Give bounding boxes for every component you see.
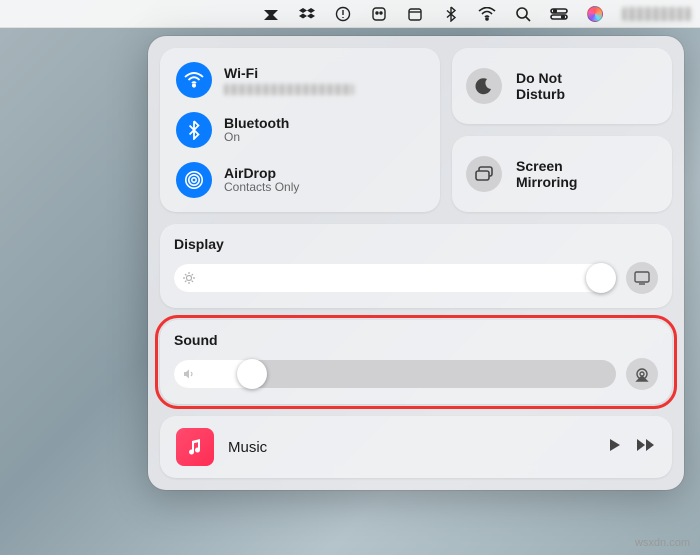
control-center-icon[interactable] — [550, 5, 568, 23]
siri-icon[interactable] — [586, 5, 604, 23]
airdrop-title: AirDrop — [224, 165, 299, 181]
bluetooth-disc-icon — [176, 112, 212, 148]
control-center-panel: Wi-Fi Bluetooth On AirDrop — [148, 36, 684, 490]
wifi-title: Wi-Fi — [224, 65, 354, 81]
menubar — [0, 0, 700, 28]
display-label: Display — [174, 236, 658, 252]
top-row: Wi-Fi Bluetooth On AirDrop — [160, 48, 672, 212]
menubar-status-text — [622, 7, 692, 21]
bluetooth-icon[interactable] — [442, 5, 460, 23]
music-controls — [608, 438, 656, 457]
sound-output-button[interactable] — [626, 358, 658, 390]
wifi-icon[interactable] — [478, 5, 496, 23]
wifi-network-name — [224, 84, 354, 95]
screen-mirroring-icon — [466, 156, 502, 192]
onepassword-icon[interactable] — [334, 5, 352, 23]
airdrop-status: Contacts Only — [224, 181, 299, 195]
bluetooth-title: Bluetooth — [224, 115, 289, 131]
dnd-title: Do Not Disturb — [516, 70, 565, 102]
music-next-button[interactable] — [636, 438, 656, 457]
music-play-button[interactable] — [608, 438, 622, 457]
display-slider-knob[interactable] — [586, 263, 616, 293]
menubar-icon-box[interactable] — [370, 5, 388, 23]
brightness-low-icon — [182, 271, 196, 285]
airdrop-icon — [176, 162, 212, 198]
airdrop-toggle[interactable]: AirDrop Contacts Only — [176, 162, 424, 198]
moon-icon — [466, 68, 502, 104]
music-app-icon — [176, 428, 214, 466]
menubar-icon-app[interactable] — [262, 5, 280, 23]
mirroring-title: Screen Mirroring — [516, 158, 577, 190]
wifi-icon — [176, 62, 212, 98]
calendar-icon[interactable] — [406, 5, 424, 23]
dropbox-icon[interactable] — [298, 5, 316, 23]
volume-low-icon — [182, 367, 196, 381]
sound-label: Sound — [174, 332, 658, 348]
do-not-disturb-toggle[interactable]: Do Not Disturb — [452, 48, 672, 124]
watermark: wsxdn.com — [635, 537, 690, 549]
connectivity-card: Wi-Fi Bluetooth On AirDrop — [160, 48, 440, 212]
display-slider-fill — [174, 264, 616, 292]
display-brightness-slider[interactable] — [174, 264, 616, 292]
sound-volume-slider[interactable] — [174, 360, 616, 388]
search-icon[interactable] — [514, 5, 532, 23]
sound-slider-knob[interactable] — [237, 359, 267, 389]
music-card[interactable]: Music — [160, 416, 672, 478]
screen-mirroring-toggle[interactable]: Screen Mirroring — [452, 136, 672, 212]
bluetooth-status: On — [224, 131, 289, 145]
bluetooth-toggle[interactable]: Bluetooth On — [176, 112, 424, 148]
display-settings-button[interactable] — [626, 262, 658, 294]
music-track-title: Music — [228, 439, 594, 456]
top-right-column: Do Not Disturb Screen Mirroring — [452, 48, 672, 212]
display-card: Display — [160, 224, 672, 308]
wifi-toggle[interactable]: Wi-Fi — [176, 62, 424, 98]
sound-card: Sound — [160, 320, 672, 404]
